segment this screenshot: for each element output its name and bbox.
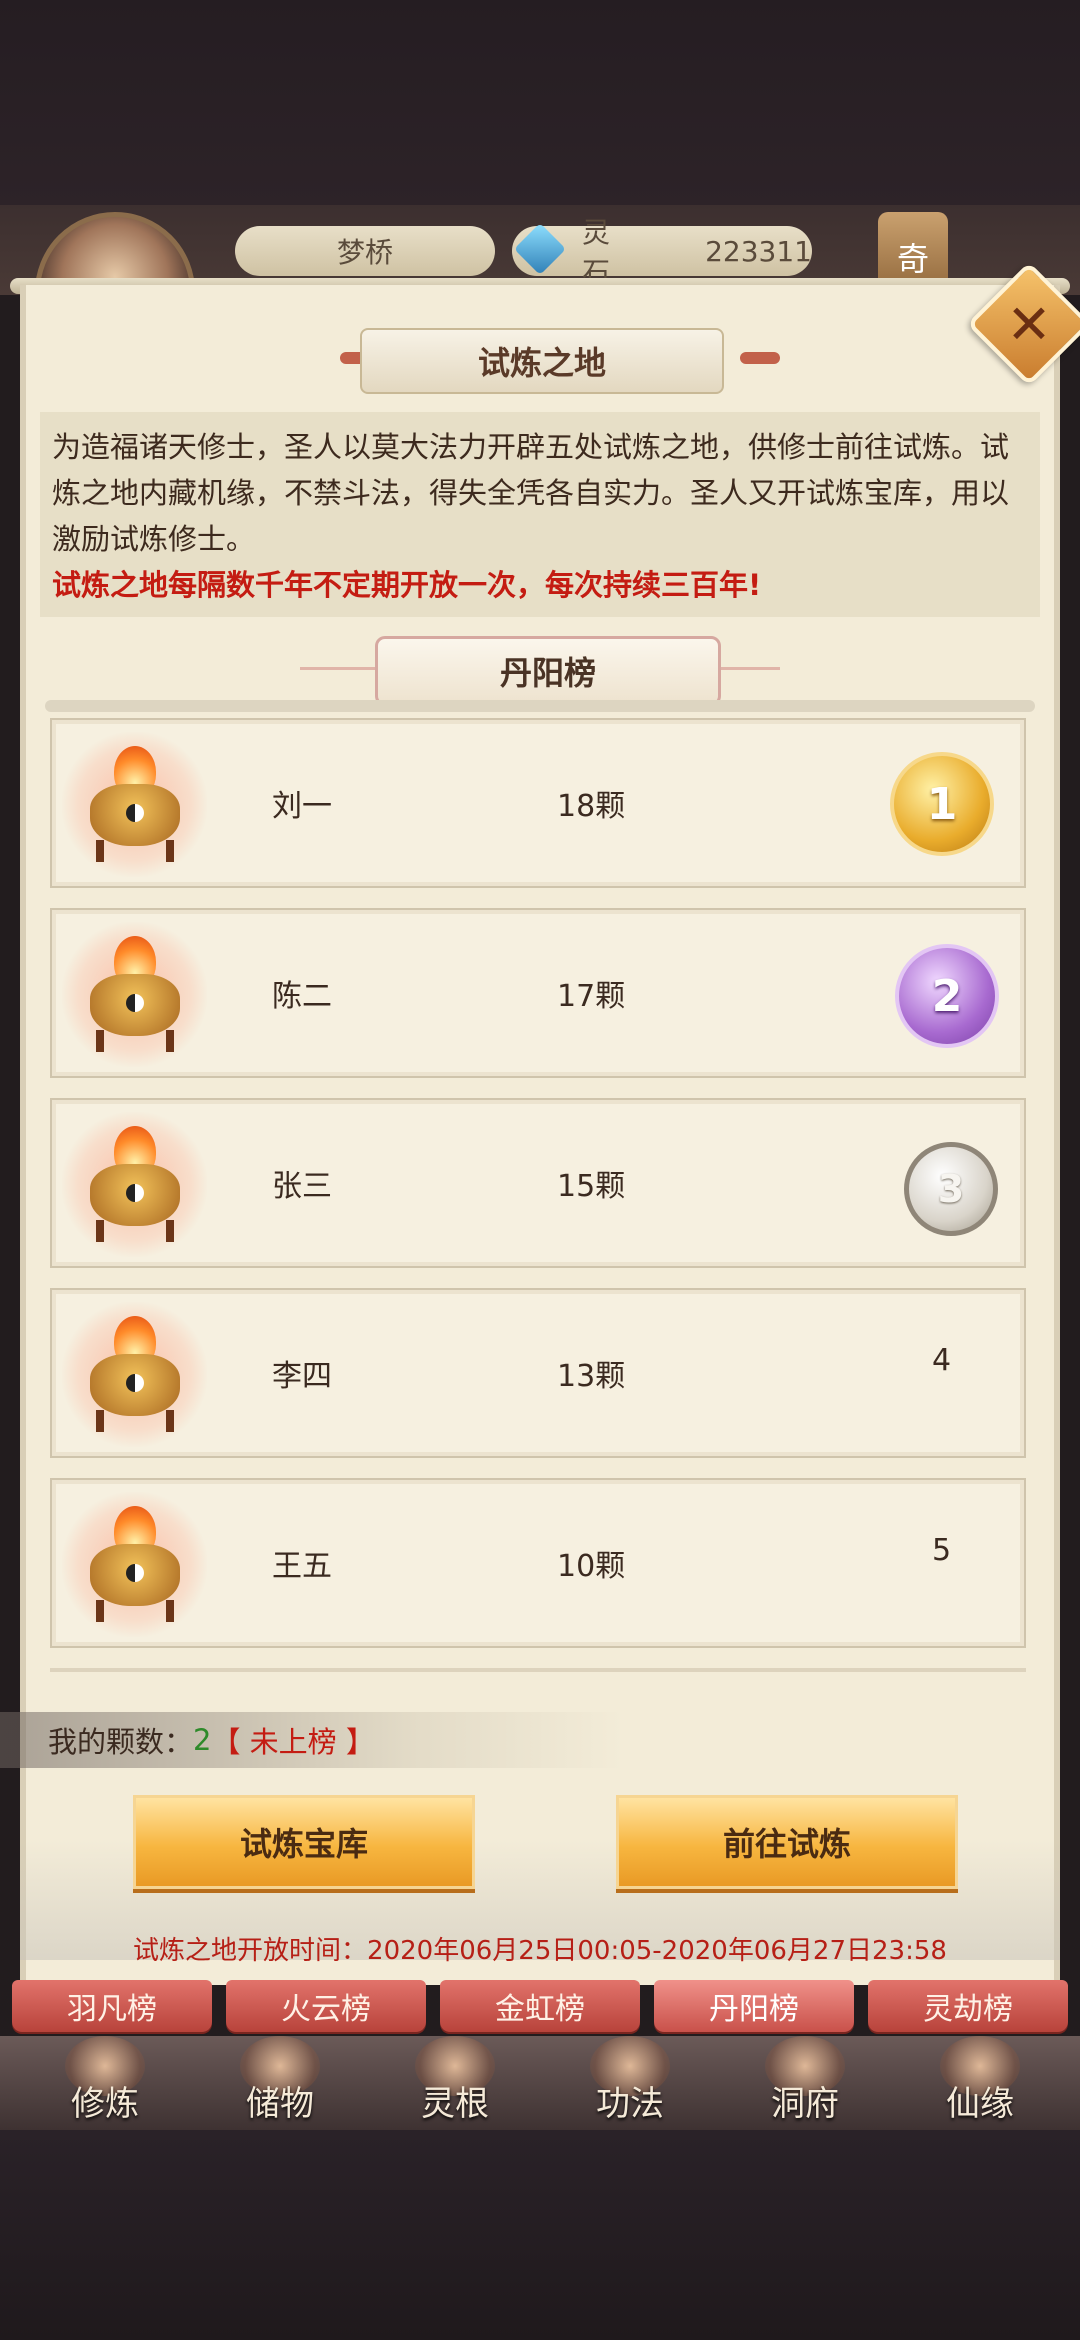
pill-count-cell: 10颗: [557, 1549, 626, 1584]
pill-count-cell: 15颗: [557, 1169, 626, 1204]
nav-label: 储物: [246, 2084, 314, 2124]
description-box: 为造福诸天修士，圣人以莫大法力开辟五处试炼之地，供修士前往试炼。试炼之地内藏机缘…: [40, 412, 1040, 617]
nav-label: 仙缘: [946, 2084, 1014, 2124]
close-icon: ✕: [1006, 292, 1052, 356]
my-count-label: 我的颗数：: [48, 1725, 194, 1759]
tab-huoyun[interactable]: 火云榜: [226, 1980, 426, 2032]
nav-label: 功法: [596, 2084, 664, 2124]
my-count: 我的颗数： 2 【 未上榜 】: [48, 1712, 375, 1768]
title-ornament-right: [740, 352, 780, 364]
cauldron-icon: [62, 1492, 207, 1637]
nav-label: 洞府: [771, 2084, 839, 2124]
player-name-cell: 刘一: [272, 789, 332, 824]
open-time-text: 试炼之地开放时间：2020年06月25日00:05-2020年06月27日23:…: [133, 1936, 947, 1966]
nav-cultivate[interactable]: 修炼: [30, 2036, 180, 2130]
gold-medal-icon: 1: [890, 752, 994, 856]
top-dark-backdrop: [0, 0, 1080, 205]
tab-yufan[interactable]: 羽凡榜: [12, 1980, 212, 2032]
rank-number: 5: [932, 1532, 952, 1568]
nav-label: 灵根: [421, 2084, 489, 2124]
nav-cave[interactable]: 洞府: [730, 2036, 880, 2130]
nav-spirit-root[interactable]: 灵根: [380, 2036, 530, 2130]
player-name-cell: 陈二: [272, 979, 332, 1014]
description-text: 为造福诸天修士，圣人以莫大法力开辟五处试炼之地，供修士前往试炼。试炼之地内藏机缘…: [52, 430, 1010, 556]
nav-label: 修炼: [71, 2084, 139, 2124]
pill-count-cell: 18颗: [557, 789, 626, 824]
player-name: 梦桥: [235, 226, 495, 276]
player-name-cell: 王五: [272, 1549, 332, 1584]
nav-fate[interactable]: 仙缘: [905, 2036, 1055, 2130]
list-bottom-rail: [50, 1668, 1026, 1672]
cauldron-icon: [62, 922, 207, 1067]
go-trial-button[interactable]: 前往试炼: [616, 1795, 958, 1889]
cauldron-icon: [62, 1112, 207, 1257]
panel-title: 试炼之地: [360, 328, 724, 394]
list-top-rail: [45, 700, 1035, 712]
rank-number: 4: [932, 1342, 952, 1378]
cauldron-icon: [62, 1302, 207, 1447]
bottom-dark-backdrop: [0, 2130, 1080, 2340]
player-name-cell: 张三: [272, 1169, 332, 1204]
purple-medal-icon: 2: [895, 944, 999, 1048]
my-rank-status: 【 未上榜 】: [211, 1725, 375, 1759]
nav-techniques[interactable]: 功法: [555, 2036, 705, 2130]
pill-count-cell: 13颗: [557, 1359, 626, 1394]
leaderboard-row: 刘一 18颗 1: [50, 718, 1026, 888]
leaderboard-row: 张三 15颗 3: [50, 1098, 1026, 1268]
notice-text: 试炼之地每隔数千年不定期开放一次，每次持续三百年!: [52, 568, 762, 602]
tab-jinhong[interactable]: 金虹榜: [440, 1980, 640, 2032]
silver-medal-icon: 3: [904, 1142, 998, 1236]
event-icon-label: 奇: [896, 240, 929, 278]
trial-treasury-button[interactable]: 试炼宝库: [133, 1795, 475, 1889]
leaderboard-row: 李四 13颗 4: [50, 1288, 1026, 1458]
nav-storage[interactable]: 储物: [205, 2036, 355, 2130]
leaderboard-row: 陈二 17颗 2: [50, 908, 1026, 1078]
player-name-cell: 李四: [272, 1359, 332, 1394]
pill-count-cell: 17颗: [557, 979, 626, 1014]
my-count-value: 2: [193, 1723, 212, 1757]
tab-danyang[interactable]: 丹阳榜: [654, 1980, 854, 2032]
tab-linjie[interactable]: 灵劫榜: [868, 1980, 1068, 2032]
leaderboard-row: 王五 10颗 5: [50, 1478, 1026, 1648]
cauldron-icon: [62, 732, 207, 877]
leaderboard-title: 丹阳榜: [375, 636, 721, 706]
currency-value: 223311: [705, 234, 812, 268]
